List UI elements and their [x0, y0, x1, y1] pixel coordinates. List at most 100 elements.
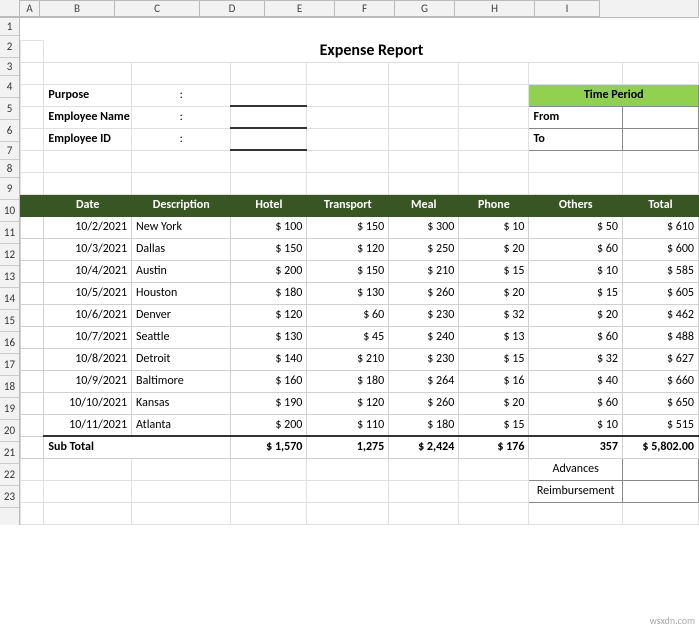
hotel-2: $ 150 — [231, 238, 307, 260]
total-9: $ 650 — [622, 392, 698, 414]
others-10: $ 10 — [529, 414, 623, 436]
phone-9: $ 20 — [459, 392, 529, 414]
subtotal-total: $ 5,802.00 — [622, 436, 698, 458]
row-16: 16 — [0, 332, 19, 354]
hotel-9: $ 190 — [231, 392, 307, 414]
col-transport: Transport — [307, 194, 389, 216]
advances-value[interactable] — [622, 458, 698, 480]
transport-2: $ 120 — [307, 238, 389, 260]
col-header-a: A — [20, 0, 40, 17]
sheet-body: 1 2 3 4 5 6 7 8 9 10 11 12 13 14 15 16 1… — [0, 18, 699, 525]
employee-id-label: Employee ID — [44, 128, 132, 150]
row-8 — [21, 172, 699, 194]
row-4: Purpose : Time Period — [21, 84, 699, 106]
phone-7: $ 15 — [459, 348, 529, 370]
subtotal-phone: $ 176 — [459, 436, 529, 458]
subtotal-others: 357 — [529, 436, 623, 458]
data-row-7: 10/8/2021 Detroit $ 140 $ 210 $ 230 $ 15… — [21, 348, 699, 370]
row-5: 5 — [0, 98, 19, 120]
col-header-f: F — [335, 0, 395, 17]
desc-3: Austin — [132, 260, 231, 282]
col-description: Description — [132, 194, 231, 216]
row-11: 11 — [0, 222, 19, 244]
col-hotel: Hotel — [231, 194, 307, 216]
others-6: $ 60 — [529, 326, 623, 348]
phone-1: $ 10 — [459, 216, 529, 238]
watermark: wsxdn.com — [650, 614, 695, 627]
row-7: 7 — [0, 142, 19, 160]
date-4: 10/5/2021 — [44, 282, 132, 304]
col-header-g: G — [395, 0, 455, 17]
advances-row: Advances — [21, 458, 699, 480]
row-5: Employee Name : From — [21, 106, 699, 128]
date-7: 10/8/2021 — [44, 348, 132, 370]
hotel-3: $ 200 — [231, 260, 307, 282]
hotel-10: $ 200 — [231, 414, 307, 436]
row-14: 14 — [0, 288, 19, 310]
row-1 — [21, 18, 699, 40]
others-5: $ 20 — [529, 304, 623, 326]
reimbursement-value[interactable] — [622, 480, 698, 502]
meal-6: $ 240 — [389, 326, 459, 348]
desc-7: Detroit — [132, 348, 231, 370]
date-1: 10/2/2021 — [44, 216, 132, 238]
others-3: $ 10 — [529, 260, 623, 282]
employee-name-label: Employee Name — [44, 106, 132, 128]
others-2: $ 60 — [529, 238, 623, 260]
row-23 — [21, 502, 699, 524]
data-row-3: 10/4/2021 Austin $ 200 $ 150 $ 210 $ 15 … — [21, 260, 699, 282]
from-label: From — [529, 106, 623, 128]
row-23: 23 — [0, 486, 19, 508]
row-10: 10 — [0, 200, 19, 222]
hotel-7: $ 140 — [231, 348, 307, 370]
others-9: $ 60 — [529, 392, 623, 414]
row-18: 18 — [0, 376, 19, 398]
row-12: 12 — [0, 244, 19, 266]
to-label: To — [529, 128, 623, 150]
from-value[interactable] — [622, 106, 698, 128]
transport-7: $ 210 — [307, 348, 389, 370]
data-row-10: 10/11/2021 Atlanta $ 200 $ 110 $ 180 $ 1… — [21, 414, 699, 436]
col-phone: Phone — [459, 194, 529, 216]
col-meal: Meal — [389, 194, 459, 216]
col-header-c: C — [115, 0, 200, 17]
row-7 — [21, 150, 699, 172]
employee-name-input[interactable] — [231, 106, 307, 128]
transport-9: $ 120 — [307, 392, 389, 414]
desc-4: Houston — [132, 282, 231, 304]
employee-id-input[interactable] — [231, 128, 307, 150]
subtotal-row: Sub Total $ 1,570 1,275 $ 2,424 $ 176 35… — [21, 436, 699, 458]
total-4: $ 605 — [622, 282, 698, 304]
desc-9: Kansas — [132, 392, 231, 414]
employee-name-colon: : — [132, 106, 231, 128]
to-value[interactable] — [622, 128, 698, 150]
phone-4: $ 20 — [459, 282, 529, 304]
others-1: $ 50 — [529, 216, 623, 238]
col-header-h: H — [455, 0, 535, 17]
desc-8: Baltimore — [132, 370, 231, 392]
hotel-8: $ 160 — [231, 370, 307, 392]
total-2: $ 600 — [622, 238, 698, 260]
date-6: 10/7/2021 — [44, 326, 132, 348]
hotel-5: $ 120 — [231, 304, 307, 326]
date-9: 10/10/2021 — [44, 392, 132, 414]
row-numbers: 1 2 3 4 5 6 7 8 9 10 11 12 13 14 15 16 1… — [0, 18, 20, 525]
spreadsheet: A B C D E F G H I 1 2 3 4 5 6 7 8 9 10 1… — [0, 0, 699, 629]
row-6: Employee ID : To — [21, 128, 699, 150]
col-others: Others — [529, 194, 623, 216]
transport-10: $ 110 — [307, 414, 389, 436]
meal-5: $ 230 — [389, 304, 459, 326]
meal-1: $ 300 — [389, 216, 459, 238]
meal-7: $ 230 — [389, 348, 459, 370]
purpose-colon: : — [132, 84, 231, 106]
total-5: $ 462 — [622, 304, 698, 326]
meal-9: $ 260 — [389, 392, 459, 414]
time-period-header: Time Period — [529, 84, 699, 106]
transport-6: $ 45 — [307, 326, 389, 348]
data-row-6: 10/7/2021 Seattle $ 130 $ 45 $ 240 $ 13 … — [21, 326, 699, 348]
row-2: 2 — [0, 36, 19, 58]
data-row-8: 10/9/2021 Baltimore $ 160 $ 180 $ 264 $ … — [21, 370, 699, 392]
purpose-input[interactable] — [231, 84, 307, 106]
desc-10: Atlanta — [132, 414, 231, 436]
date-5: 10/6/2021 — [44, 304, 132, 326]
